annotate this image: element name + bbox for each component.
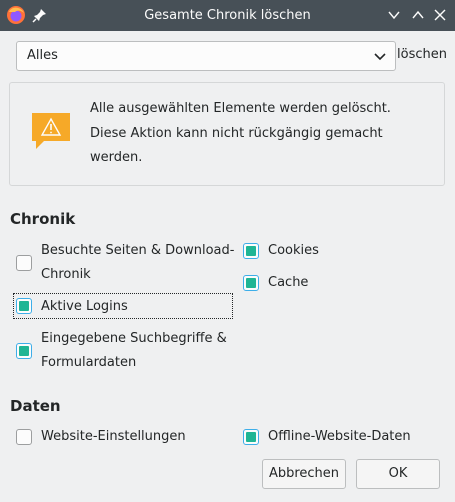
checkbox-browsing-history[interactable] — [16, 255, 32, 271]
label-form-search-data[interactable]: Eingegebene Suchbegriffe & Formulardaten — [41, 327, 227, 375]
title-bar: Gesamte Chronik löschen — [0, 0, 455, 31]
checkbox-cookies[interactable] — [243, 243, 259, 259]
label-active-logins[interactable]: Aktive Logins — [41, 295, 128, 319]
history-heading: Chronik — [10, 210, 76, 228]
checkbox-site-settings[interactable] — [16, 429, 32, 445]
minimize-icon[interactable] — [385, 6, 403, 24]
warning-icon — [30, 111, 72, 155]
checkbox-offline-data[interactable] — [243, 429, 259, 445]
time-range-value: Alles — [27, 48, 58, 63]
cancel-button[interactable]: Abbrechen — [262, 459, 346, 489]
data-heading: Daten — [10, 397, 61, 415]
ok-button[interactable]: OK — [356, 459, 440, 489]
time-range-select[interactable]: Alles — [16, 41, 396, 71]
range-suffix-label: löschen — [397, 47, 447, 62]
chevron-down-icon — [373, 49, 387, 63]
label-cache[interactable]: Cache — [268, 271, 308, 295]
label-offline-data[interactable]: Offline-Website-Daten — [268, 425, 411, 449]
close-icon[interactable] — [431, 6, 449, 24]
warning-box: Alle ausgewählten Elemente werden gelösc… — [9, 82, 445, 186]
warning-message: Alle ausgewählten Elemente werden gelösc… — [90, 101, 391, 165]
checkbox-form-search-data[interactable] — [16, 343, 32, 359]
checkbox-active-logins[interactable] — [16, 298, 32, 314]
checkbox-cache[interactable] — [243, 275, 259, 291]
label-site-settings[interactable]: Website-Einstellungen — [41, 425, 186, 449]
label-browsing-history[interactable]: Besuchte Seiten & Download- Chronik — [41, 239, 234, 287]
label-cookies[interactable]: Cookies — [268, 239, 319, 263]
maximize-icon[interactable] — [409, 6, 427, 24]
